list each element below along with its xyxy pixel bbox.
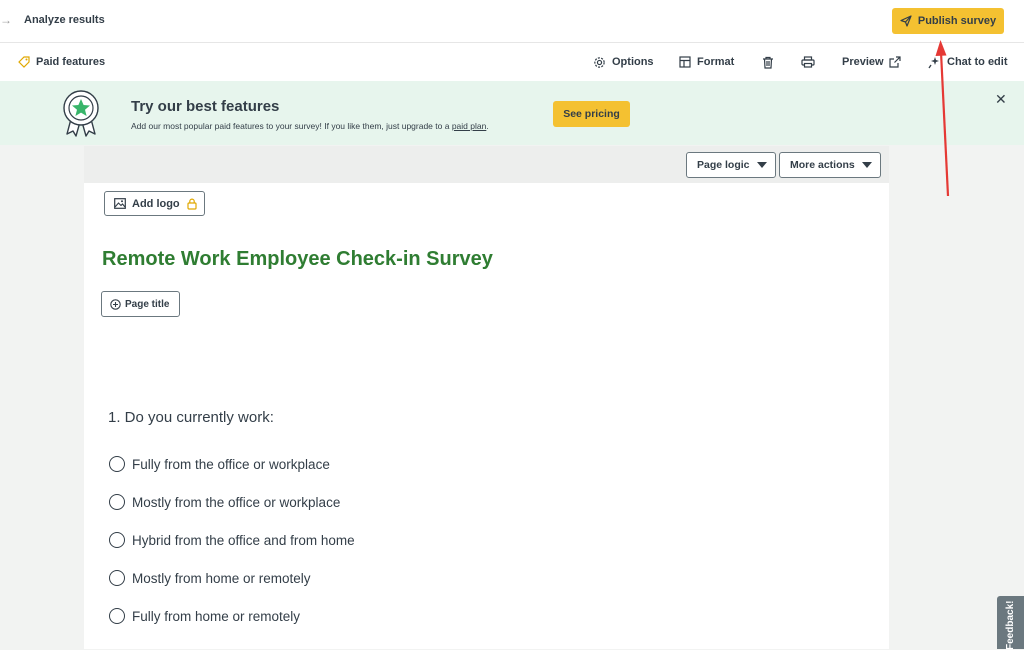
caret-down-icon	[756, 162, 767, 168]
add-logo-button[interactable]: Add logo	[104, 191, 205, 216]
page-actions-bar: Page logic More actions	[84, 146, 889, 183]
caret-down-icon	[861, 162, 872, 168]
question-text[interactable]: 1. Do you currently work:	[108, 409, 274, 426]
editor-toolbar: Paid features Options Format Preview Cha…	[0, 43, 1024, 81]
page-title-label: Page title	[125, 298, 170, 310]
preview-label: Preview	[842, 56, 884, 68]
answer-option[interactable]: Fully from the office or workplace	[109, 456, 330, 472]
feedback-label: Feedback!	[1005, 600, 1016, 650]
options-label: Options	[612, 56, 654, 68]
add-logo-label: Add logo	[132, 197, 180, 210]
sparkle-icon	[928, 56, 939, 68]
gear-icon	[594, 56, 605, 68]
answer-option[interactable]: Mostly from home or remotely	[109, 570, 311, 586]
print-button[interactable]	[801, 43, 821, 81]
award-badge-icon	[63, 90, 99, 137]
answer-option[interactable]: Mostly from the office or workplace	[109, 494, 340, 510]
publish-survey-button[interactable]: Publish survey	[892, 8, 1004, 34]
answer-option-label: Fully from the office or workplace	[132, 456, 330, 472]
format-button[interactable]: Format	[679, 43, 734, 81]
answer-option-label: Mostly from the office or workplace	[132, 494, 341, 510]
answer-option[interactable]: Hybrid from the office and from home	[109, 532, 355, 548]
answer-option-label: Fully from home or remotely	[132, 608, 301, 624]
trash-icon	[763, 56, 773, 69]
breadcrumb-analyze-results[interactable]: Analyze results	[24, 14, 105, 26]
radio-button[interactable]	[109, 608, 125, 624]
lock-icon	[187, 198, 197, 210]
chat-to-edit-button[interactable]: Chat to edit	[928, 43, 1008, 81]
paper-plane-icon	[900, 15, 912, 27]
answer-option-label: Hybrid from the office and from home	[132, 532, 355, 548]
breadcrumb[interactable]: → Analyze results	[0, 13, 105, 27]
image-icon	[114, 198, 126, 209]
arrow-right-icon: →	[0, 13, 12, 27]
page-logic-dropdown[interactable]: Page logic	[686, 152, 776, 178]
see-pricing-button[interactable]: See pricing	[553, 101, 630, 127]
top-bar: → Analyze results Publish survey	[0, 0, 1024, 43]
paid-features-link[interactable]: Paid features	[18, 43, 105, 81]
radio-button[interactable]	[109, 494, 125, 510]
answer-option-label: Mostly from home or remotely	[132, 570, 311, 586]
grid-icon	[679, 56, 691, 68]
feedback-tab[interactable]: Feedback!	[997, 596, 1024, 650]
survey-title[interactable]: Remote Work Employee Check-in Survey	[102, 248, 493, 271]
printer-icon	[801, 56, 815, 68]
close-icon[interactable]: ✕	[995, 91, 1007, 108]
paid-features-label: Paid features	[36, 56, 106, 68]
radio-button[interactable]	[109, 456, 125, 472]
publish-survey-label: Publish survey	[917, 15, 997, 27]
external-link-icon	[888, 56, 901, 68]
banner-description: Add our most popular paid features to yo…	[131, 121, 489, 131]
delete-button[interactable]	[762, 43, 780, 81]
answer-option[interactable]: Fully from home or remotely	[109, 608, 300, 624]
paid-plan-link[interactable]: paid plan	[452, 121, 487, 131]
more-actions-dropdown[interactable]: More actions	[779, 152, 881, 178]
page-logic-label: Page logic	[697, 159, 750, 171]
plus-circle-icon	[110, 298, 121, 310]
banner-description-text: Add our most popular paid features to yo…	[131, 121, 450, 131]
banner-title: Try our best features	[131, 98, 280, 115]
chat-to-edit-label: Chat to edit	[947, 56, 1008, 68]
survey-page: Add logo Remote Work Employee Check-in S…	[84, 183, 889, 649]
options-button[interactable]: Options	[593, 43, 654, 81]
banner-description-period: .	[486, 121, 489, 131]
radio-button[interactable]	[109, 570, 125, 586]
promo-banner: Try our best features Add our most popul…	[0, 81, 1024, 145]
radio-button[interactable]	[109, 532, 125, 548]
format-label: Format	[697, 56, 735, 68]
tag-icon	[18, 56, 30, 68]
more-actions-label: More actions	[790, 159, 855, 171]
preview-button[interactable]: Preview	[842, 43, 907, 81]
add-page-title-button[interactable]: Page title	[101, 291, 180, 317]
